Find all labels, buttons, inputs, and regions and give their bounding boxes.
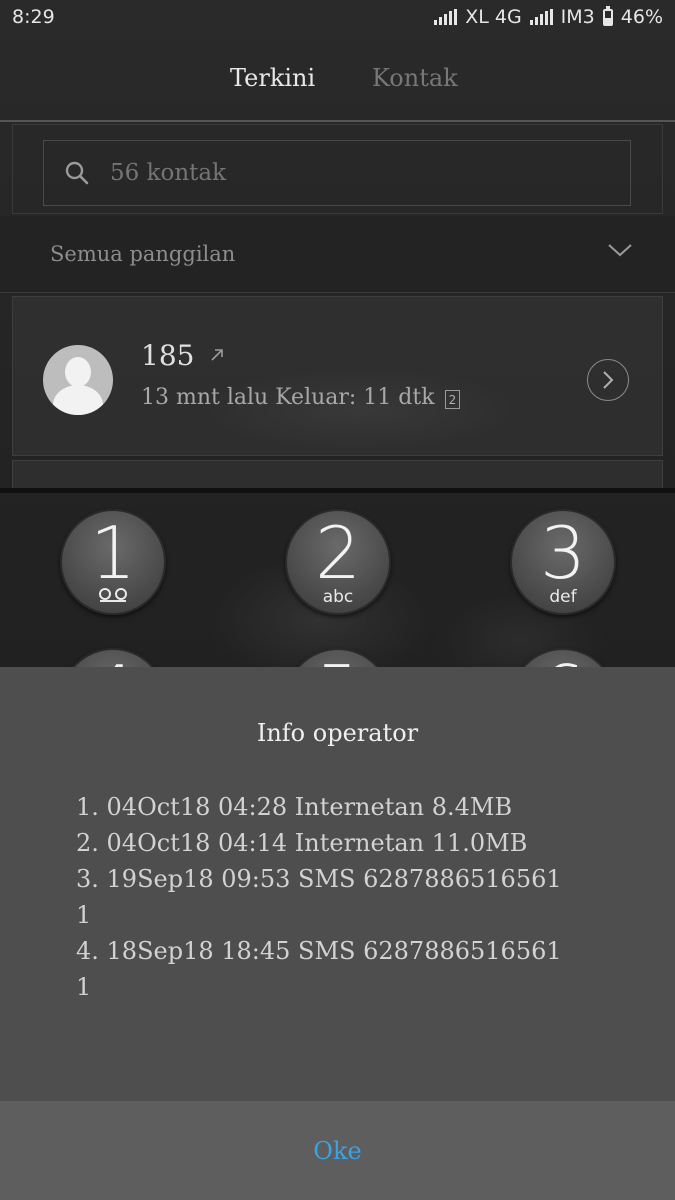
dial-key-3[interactable]: 3 def bbox=[510, 509, 616, 615]
list-divider bbox=[0, 488, 675, 493]
message-line: 2. 04Oct18 04:14 Internetan 11.0MB bbox=[76, 829, 528, 857]
dialog-footer: Oke bbox=[0, 1101, 675, 1200]
call-detail-button[interactable] bbox=[587, 359, 629, 401]
search-bar bbox=[12, 124, 663, 214]
dial-key-2[interactable]: 2 abc bbox=[285, 509, 391, 615]
search-icon bbox=[64, 160, 90, 186]
dial-key-letters: abc bbox=[322, 587, 354, 607]
ok-button[interactable]: Oke bbox=[0, 1101, 675, 1200]
tab-recent[interactable]: Terkini bbox=[230, 64, 315, 92]
dialog-message: 1. 04Oct18 04:28 Internetan 8.4MB 2. 04O… bbox=[76, 789, 616, 1005]
tab-contacts[interactable]: Kontak bbox=[372, 64, 458, 92]
carrier-1-label: XL 4G bbox=[465, 6, 522, 28]
sim-2-icon: 2 bbox=[445, 390, 460, 409]
dialog-title: Info operator bbox=[256, 719, 419, 747]
chevron-right-icon bbox=[603, 371, 614, 389]
carrier-2-label: IM3 bbox=[560, 6, 595, 28]
dial-key-letters: def bbox=[549, 587, 577, 607]
call-number: 185 bbox=[141, 339, 195, 372]
voicemail-icon bbox=[62, 587, 164, 608]
operator-info-dialog: Info operator 1. 04Oct18 04:28 Interneta… bbox=[0, 667, 675, 1200]
message-line: 3. 19Sep18 09:53 SMS 6287886516561 bbox=[76, 865, 562, 893]
message-line: 4. 18Sep18 18:45 SMS 6287886516561 bbox=[76, 937, 562, 965]
signal-icon bbox=[434, 9, 458, 25]
search-input[interactable] bbox=[108, 159, 592, 187]
message-line: 1 bbox=[76, 901, 92, 929]
call-log-item[interactable] bbox=[12, 460, 663, 490]
call-log-item[interactable]: 185 13 mnt lalu Keluar: 11 dtk 2 bbox=[12, 296, 663, 456]
chevron-down-icon bbox=[607, 242, 633, 262]
tab-divider bbox=[0, 120, 675, 122]
dial-key-1[interactable]: 1 bbox=[60, 509, 166, 615]
battery-percent: 46% bbox=[620, 6, 663, 28]
dial-key-digit: 3 bbox=[540, 511, 586, 595]
status-time: 8:29 bbox=[12, 6, 55, 28]
signal-icon bbox=[529, 9, 553, 25]
dial-key-digit: 2 bbox=[315, 511, 361, 595]
status-bar: 8:29 XL 4G IM3 46% bbox=[0, 0, 675, 38]
call-detail: 13 mnt lalu Keluar: 11 dtk bbox=[141, 385, 435, 410]
avatar bbox=[43, 345, 113, 415]
outgoing-arrow-icon bbox=[209, 347, 225, 367]
search-box[interactable] bbox=[43, 140, 631, 206]
call-filter[interactable]: Semua panggilan bbox=[0, 216, 675, 293]
status-indicators: XL 4G IM3 46% bbox=[434, 5, 663, 28]
message-line: 1 bbox=[76, 973, 92, 1001]
tab-bar: Terkini Kontak bbox=[0, 50, 675, 120]
call-filter-label: Semua panggilan bbox=[50, 242, 236, 266]
dial-key-digit: 1 bbox=[90, 511, 136, 595]
message-line: 1. 04Oct18 04:28 Internetan 8.4MB bbox=[76, 793, 513, 821]
battery-icon bbox=[602, 5, 613, 26]
